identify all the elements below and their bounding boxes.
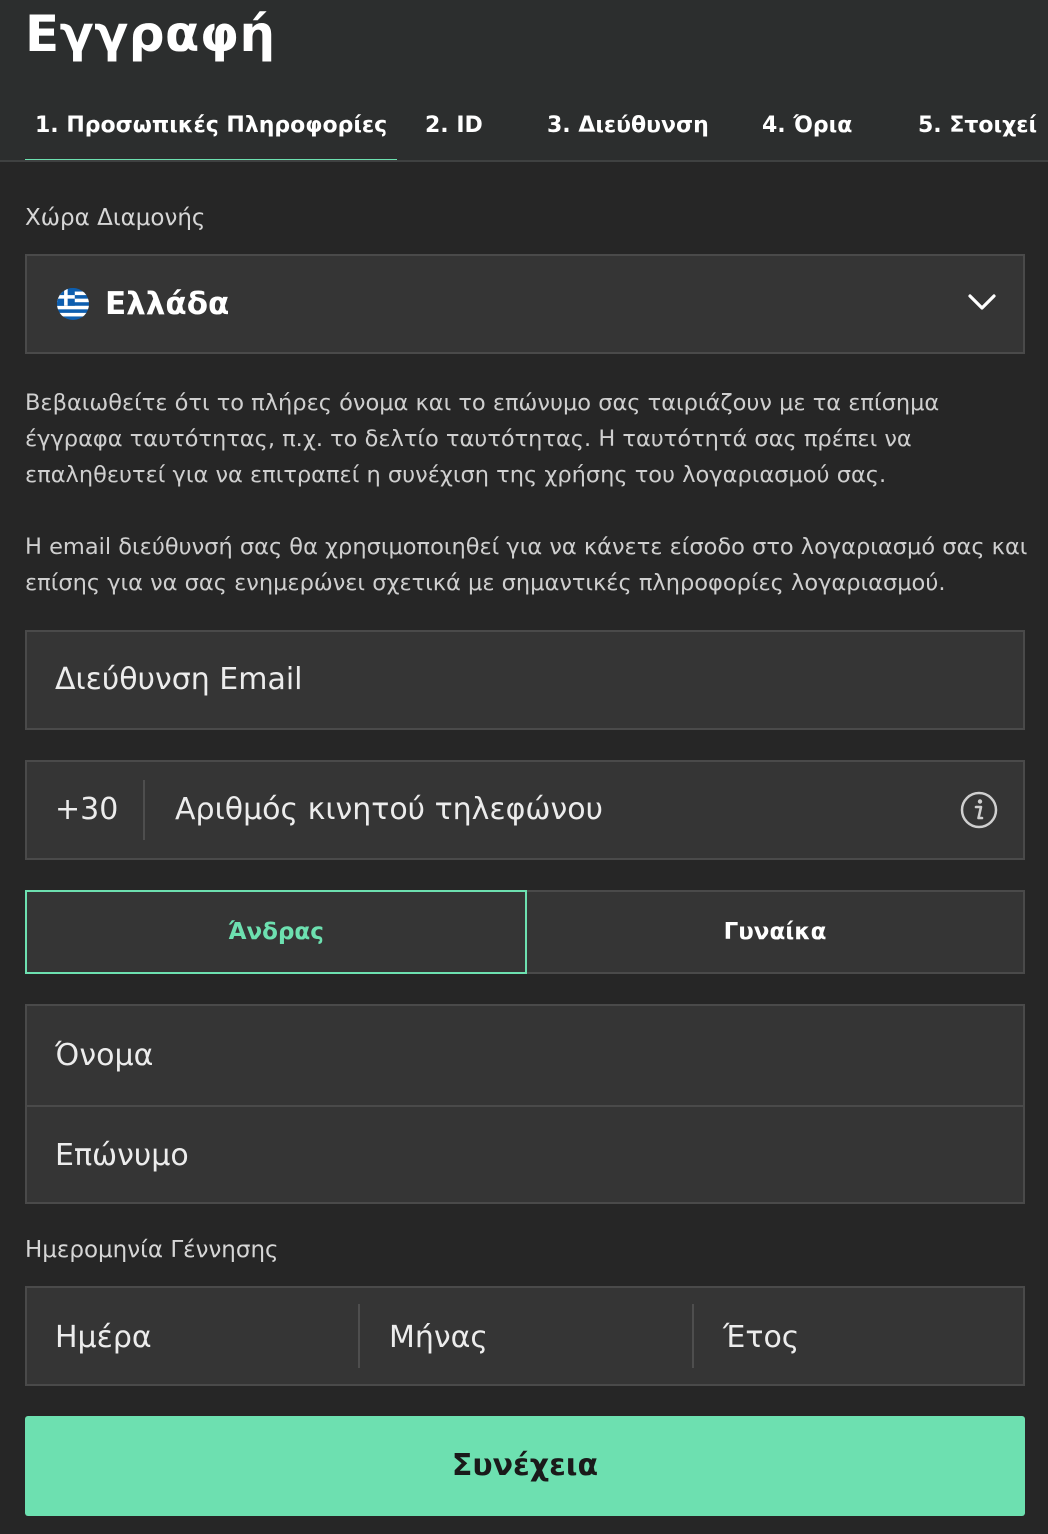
country-value: Ελλάδα xyxy=(105,286,230,322)
phone-divider xyxy=(143,780,145,840)
gender-male-button[interactable]: Άνδρας xyxy=(25,890,527,974)
page-title: Εγγραφή xyxy=(25,5,276,63)
continue-button[interactable]: Συνέχεια xyxy=(25,1416,1025,1516)
chevron-down-icon xyxy=(968,294,996,310)
phone-prefix[interactable]: +30 xyxy=(55,790,118,830)
first-name-field[interactable]: Όνομα xyxy=(55,1036,153,1076)
tab-personal-info[interactable]: 1. Προσωπικές Πληροφορίες xyxy=(25,98,398,160)
tab-limits[interactable]: 4. Όρια xyxy=(762,98,852,160)
dob-divider xyxy=(692,1304,694,1368)
step-tabs: 1. Προσωπικές Πληροφορίες 2. ID 3. Διεύθ… xyxy=(0,98,1048,162)
greece-flag-icon xyxy=(57,288,89,320)
gender-female-button[interactable]: Γυναίκα xyxy=(525,890,1025,974)
tab-address[interactable]: 3. Διεύθυνση xyxy=(547,98,709,160)
gender-selector: Άνδρας Γυναίκα xyxy=(25,890,1025,974)
phone-field[interactable]: +30 Αριθμός κινητού τηλεφώνου xyxy=(25,760,1025,860)
header: Εγγραφή 1. Προσωπικές Πληροφορίες 2. ID … xyxy=(0,0,1048,162)
dob-label: Ημερομηνία Γέννησης xyxy=(25,1237,279,1263)
country-label: Χώρα Διαμονής xyxy=(25,205,206,231)
dob-year-field[interactable]: Έτος xyxy=(723,1318,799,1358)
email-notice: Η email διεύθυνσή σας θα χρησιμοποιηθεί … xyxy=(25,534,1028,596)
info-icon[interactable] xyxy=(959,790,999,830)
tab-details[interactable]: 5. Στοιχεί xyxy=(918,98,1037,160)
name-notice: Βεβαιωθείτε ότι το πλήρες όνομα και το ε… xyxy=(25,390,940,488)
email-field[interactable]: Διεύθυνση Email xyxy=(25,630,1025,730)
name-divider xyxy=(27,1105,1023,1107)
dob-fields: Ημέρα Μήνας Έτος xyxy=(25,1286,1025,1386)
phone-placeholder: Αριθμός κινητού τηλεφώνου xyxy=(175,792,603,827)
country-select[interactable]: Ελλάδα xyxy=(25,254,1025,354)
tab-id[interactable]: 2. ID xyxy=(425,98,483,160)
email-placeholder: Διεύθυνση Email xyxy=(55,662,303,697)
dob-divider xyxy=(358,1304,360,1368)
last-name-field[interactable]: Επώνυμο xyxy=(55,1136,189,1176)
dob-day-field[interactable]: Ημέρα xyxy=(55,1318,152,1358)
name-fields: Όνομα Επώνυμο xyxy=(25,1004,1025,1204)
dob-month-field[interactable]: Μήνας xyxy=(389,1318,488,1358)
